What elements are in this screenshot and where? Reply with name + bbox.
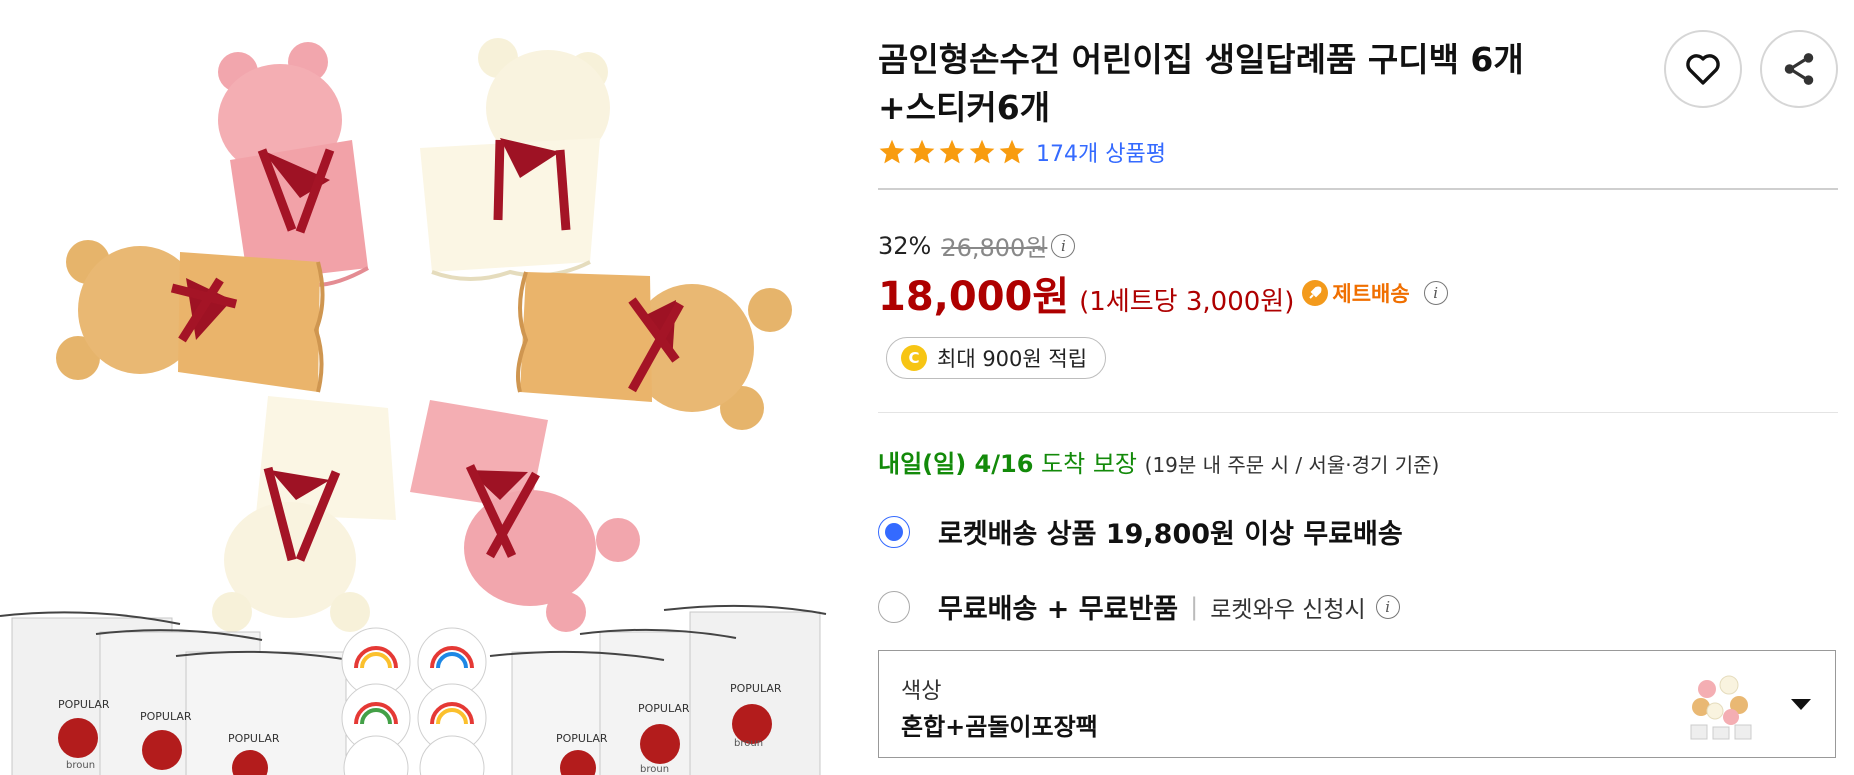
reward-badge: C 최대 900원 적립 xyxy=(886,337,1107,379)
jet-delivery-badge: 제트배송 xyxy=(1302,278,1410,308)
bag-brand-text-2: POPULAR xyxy=(140,710,192,723)
discount-rate: 32% xyxy=(878,231,932,260)
unit-price: (1세트당 3,000원) xyxy=(1079,287,1295,317)
shipping-option-label: 로켓배송 상품 19,800원 이상 무료배송 xyxy=(938,519,1403,550)
product-title-line1: 곰인형손수건 어린이집 생일답례품 구디백 6개 xyxy=(878,40,1524,79)
info-icon[interactable]: i xyxy=(1423,281,1448,305)
shipping-option-rocket[interactable]: 로켓배송 상품 19,800원 이상 무료배송 xyxy=(878,512,1403,551)
pink-bear-towel xyxy=(218,42,369,291)
price-row: 18,000원 (1세트당 3,000원) 제트배송 i xyxy=(878,264,1448,322)
pink-bear-towel-bottom xyxy=(410,400,640,632)
coin-icon: C xyxy=(901,345,927,371)
bag-brand-text-3: POPULAR xyxy=(228,732,280,745)
bag-sub-text-2: broun xyxy=(640,764,669,775)
heart-icon xyxy=(1686,54,1720,85)
separator-bar: | xyxy=(1190,592,1199,621)
tan-bear-towel-left xyxy=(56,240,325,393)
info-icon[interactable]: i xyxy=(1051,233,1076,258)
delivery-guarantee: 도착 보장 xyxy=(1041,450,1137,478)
rating-summary: 174개 상품평 xyxy=(878,136,1166,168)
share-icon xyxy=(1784,53,1814,85)
discount-row: 32% 26,800원 i xyxy=(878,228,1076,263)
product-image[interactable]: POPULAR POPULAR POPULAR POPULAR POPULAR … xyxy=(0,0,830,775)
color-option-select[interactable]: 색상 혼합+곰돌이포장팩 xyxy=(878,650,1836,758)
option-label: 색상 xyxy=(901,679,942,704)
star-rating xyxy=(878,138,1026,166)
share-button[interactable] xyxy=(1760,30,1838,108)
bag-brand-text-4: POPULAR xyxy=(556,732,608,745)
cream-bear-towel-bottom xyxy=(212,396,396,632)
delivery-estimate: 내일(일) 4/16 도착 보장 (19분 내 주문 시 / 서울·경기 기준) xyxy=(878,444,1439,479)
bag-brand-text-6: POPULAR xyxy=(730,682,782,695)
radio-unselected[interactable] xyxy=(878,590,910,623)
review-count-link[interactable]: 174개 상품평 xyxy=(1036,136,1166,168)
product-actions xyxy=(1664,30,1838,108)
radio-selected[interactable] xyxy=(878,515,910,548)
shipping-option-label: 무료배송 + 무료반품 xyxy=(938,594,1179,625)
product-title-line2: +스티커6개 xyxy=(878,88,1051,127)
delivery-condition: (19분 내 주문 시 / 서울·경기 기준) xyxy=(1144,453,1440,477)
cream-bear-towel xyxy=(420,38,610,281)
bag-sub-text-1: broun xyxy=(66,760,95,771)
bag-brand-text-1: POPULAR xyxy=(58,698,110,711)
star-icon xyxy=(939,139,965,164)
divider xyxy=(878,412,1838,413)
product-title: 곰인형손수건 어린이집 생일답례품 구디백 6개 +스티커6개 xyxy=(878,36,1638,132)
gift-bags: POPULAR POPULAR POPULAR POPULAR POPULAR … xyxy=(0,604,827,775)
rocket-icon xyxy=(1302,280,1329,306)
bag-sub-text-3: broun xyxy=(734,738,763,749)
star-icon xyxy=(909,139,935,164)
option-value: 혼합+곰돌이포장팩 xyxy=(901,713,1098,741)
shipping-option-free-return[interactable]: 무료배송 + 무료반품 | 로켓와우 신청시 i xyxy=(878,587,1400,626)
jet-delivery-label: 제트배송 xyxy=(1332,282,1410,306)
original-price: 26,800원 xyxy=(941,234,1048,262)
divider xyxy=(878,188,1838,190)
star-icon xyxy=(999,139,1025,164)
product-photo: POPULAR POPULAR POPULAR POPULAR POPULAR … xyxy=(0,38,827,775)
info-icon[interactable]: i xyxy=(1375,594,1400,619)
delivery-date: 내일(일) 4/16 xyxy=(878,450,1034,478)
shipping-option-sub: 로켓와우 신청시 xyxy=(1210,596,1366,623)
rainbow-stickers xyxy=(341,627,487,775)
sale-price: 18,000원 xyxy=(878,274,1070,320)
caret-down-icon[interactable] xyxy=(1791,699,1811,710)
option-thumbnail xyxy=(1685,669,1757,741)
tan-bear-towel-right xyxy=(516,271,792,430)
bag-brand-text-5: POPULAR xyxy=(638,702,690,715)
reward-text: 최대 900원 적립 xyxy=(937,347,1088,371)
star-icon xyxy=(879,139,905,164)
product-info: 곰인형손수건 어린이집 생일답례품 구디백 6개 +스티커6개 174개 상품평 xyxy=(878,0,1838,775)
star-icon xyxy=(969,139,995,164)
wishlist-button[interactable] xyxy=(1664,30,1742,108)
